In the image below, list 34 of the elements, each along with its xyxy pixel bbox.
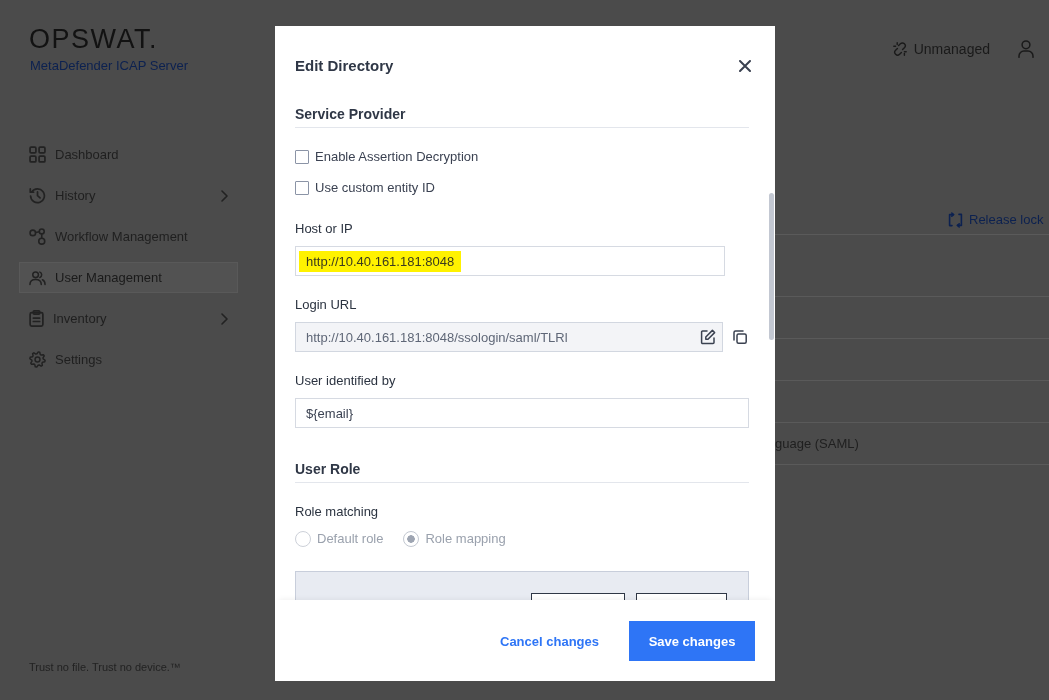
checkbox-label[interactable]: Use custom entity ID [315,178,435,198]
clipboard-icon [29,310,44,327]
copy-icon[interactable] [733,330,747,344]
scrollbar-thumb[interactable] [769,193,774,340]
product-name: MetaDefender ICAP Server [30,57,188,75]
logo: OPSWAT. [29,24,158,54]
user-menu-button[interactable] [1018,40,1034,58]
highlighted-text: http://10.40.161.181:8048 [299,250,462,272]
section-heading: User Role [295,459,749,483]
text-input[interactable]: http://10.40.161.181:8048 [295,246,725,276]
close-button[interactable] [739,60,751,72]
checkbox[interactable] [295,181,309,195]
history-icon [29,187,46,204]
dialog-title: Edit Directory [295,56,394,76]
users-icon [29,269,46,286]
field-label: Login URL [295,296,358,314]
broken-link-icon [892,42,907,56]
checkbox-label[interactable]: Enable Assertion Decryption [315,147,479,167]
text-input[interactable]: ${email} [295,398,749,428]
workflow-icon [29,228,46,245]
field-label: User identified by [295,372,397,390]
nav-item[interactable]: User Management [19,262,238,293]
release-lock-link[interactable]: Release lock [948,210,1044,230]
save-button[interactable]: Save changes [629,621,755,661]
grid-icon [29,146,46,163]
checkbox[interactable] [295,150,309,164]
user-icon [1018,40,1034,58]
section-heading: Service Provider [295,104,749,128]
field-label: Role matching [295,503,380,521]
cancel-button[interactable]: Cancel changes [500,621,599,661]
close-icon [739,60,751,72]
gear-icon [29,351,46,368]
refresh-icon [948,212,963,228]
field-label: Host or IP [295,220,354,238]
